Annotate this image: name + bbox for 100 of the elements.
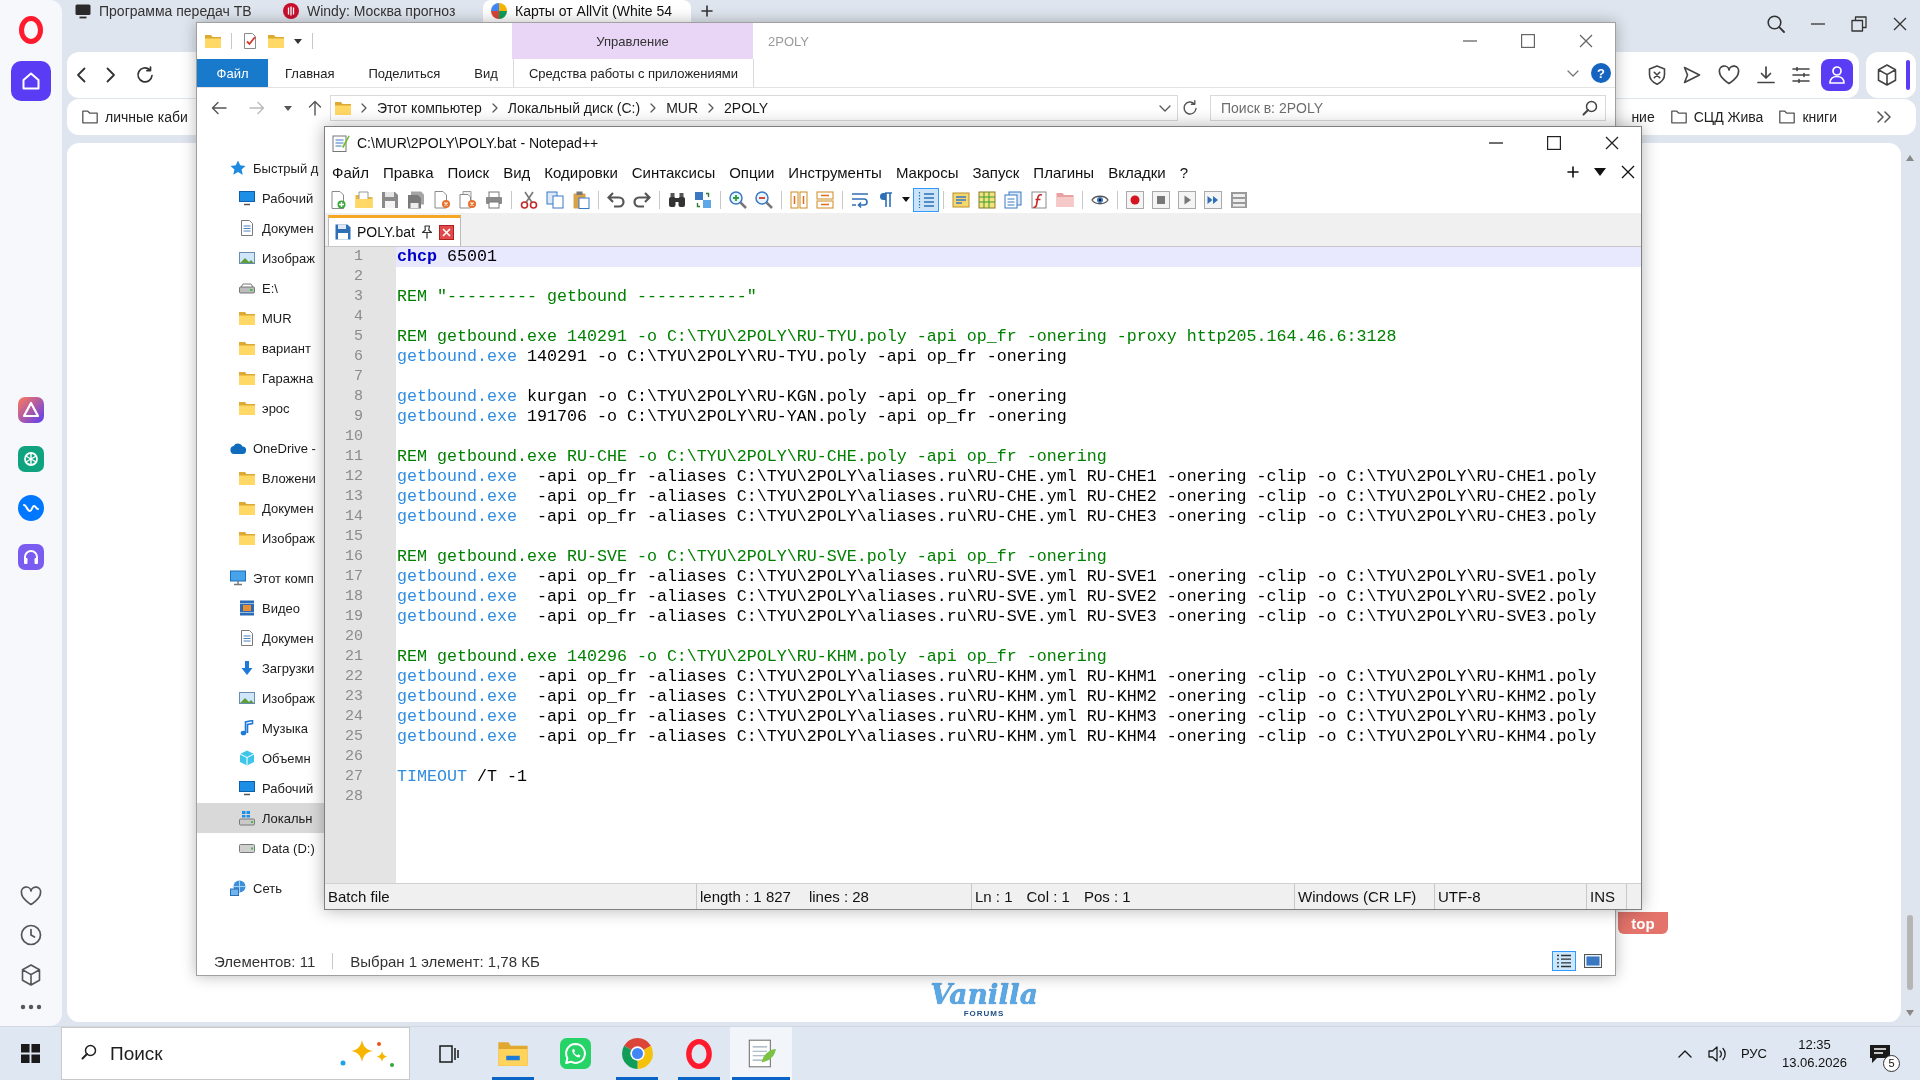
redo-icon[interactable] [633,190,651,209]
nav-item[interactable]: Видео [197,593,324,623]
ribbon-tab[interactable]: Вид [457,59,515,87]
nav-item[interactable]: OneDrive - [197,433,324,463]
nav-item[interactable]: Data (D:) [197,833,324,863]
language-indicator[interactable]: РУС [1740,1046,1767,1061]
menu-item[interactable]: Вкладки [1101,163,1173,181]
print-icon[interactable] [485,190,503,209]
close-file-icon[interactable] [433,190,451,209]
forward-icon[interactable] [106,67,116,83]
bookmark[interactable]: книги [1779,109,1837,125]
menu-item[interactable]: Макросы [888,163,966,181]
nav-item[interactable]: Быстрый д [197,153,324,183]
cube-icon[interactable] [1877,64,1897,86]
browser-tab[interactable]: Карты от AllVit (White 54 [483,0,691,22]
caret-icon[interactable] [1594,168,1606,176]
nav-item[interactable]: Рабочий [197,773,324,803]
menu-item[interactable]: Правка [375,163,441,181]
wave-app-icon[interactable] [18,495,44,521]
caret-icon[interactable] [294,38,302,44]
notification-icon[interactable] [1869,1043,1891,1064]
nav-item[interactable]: Музыка [197,713,324,743]
up-icon[interactable] [308,100,322,116]
nav-item[interactable]: Докумен [197,623,324,653]
back-icon[interactable] [76,67,86,83]
nav-item[interactable]: E:\ [197,273,324,303]
browser-tab[interactable]: Windy: Москва прогноз [275,0,483,22]
new-file-icon[interactable] [329,190,347,209]
plus-icon[interactable] [1567,166,1579,178]
chevron-down-icon[interactable] [1567,69,1579,77]
shield-icon[interactable] [1648,65,1666,85]
nav-item[interactable]: Объемн [197,743,324,773]
bookmark[interactable]: СЦД Жива [1670,109,1764,125]
stop-icon[interactable] [1152,190,1170,209]
profile-button[interactable] [1821,59,1853,91]
breadcrumb-item[interactable]: Локальный диск (C:) [507,100,641,116]
binoculars-icon[interactable] [668,190,686,209]
save-all-icon[interactable] [407,190,425,209]
nav-item[interactable]: Гаражна [197,363,324,393]
nav-item[interactable]: Вложени [197,463,324,493]
chevron-up-icon[interactable] [1677,1049,1692,1058]
properties-icon[interactable] [242,33,258,49]
ribbon-tab[interactable]: Файл [197,59,268,87]
chevron-down-icon[interactable] [1159,104,1171,112]
nav-item[interactable]: Локальн [197,803,324,833]
nav-item[interactable]: Загрузки [197,653,324,683]
pages-icon[interactable] [1004,190,1022,209]
headphones-app-icon[interactable] [18,544,44,570]
grid-map-icon[interactable] [978,190,996,209]
clock-icon[interactable] [20,924,42,946]
nav-item[interactable]: Сеть [197,873,324,903]
menu-item[interactable]: Файл [325,163,376,181]
search-field[interactable]: Поиск в: 2POLY [1210,95,1606,121]
refresh-icon[interactable] [1182,100,1198,116]
play-icon[interactable] [1178,190,1196,209]
reload-icon[interactable] [136,66,154,84]
close-icon[interactable] [1893,17,1907,31]
taskbar-button[interactable] [730,1027,792,1080]
eye-icon[interactable] [1091,193,1109,206]
nav-item[interactable]: вариант [197,333,324,363]
plus-icon[interactable] [701,5,713,17]
menu-item[interactable]: Синтаксисы [624,163,723,181]
scissors-icon[interactable] [520,190,538,209]
nav-item[interactable]: Изображ [197,243,324,273]
search-icon[interactable] [1767,15,1785,33]
maximize-icon[interactable] [1547,135,1561,150]
pin-icon[interactable] [420,225,433,239]
function-list-icon[interactable] [1030,190,1048,209]
undo-icon[interactable] [607,190,625,209]
nav-item[interactable]: Этот комп [197,563,324,593]
task-view-icon[interactable] [439,1044,459,1063]
nav-item[interactable]: Рабочий [197,183,324,213]
nav-item[interactable]: Докумен [197,493,324,523]
menu-item[interactable]: Поиск [440,163,497,181]
preview-view-button[interactable] [1581,951,1605,971]
breadcrumb-item[interactable]: 2POLY [724,100,769,116]
nav-item[interactable]: MUR [197,303,324,333]
close-icon[interactable] [438,224,454,240]
menu-item[interactable]: Запуск [965,163,1027,181]
send-icon[interactable] [1683,66,1701,84]
file-tab[interactable]: POLY.bat [328,215,461,246]
rows-icon[interactable] [816,190,834,209]
bookmark[interactable]: личные каби [82,109,188,125]
note-icon[interactable] [952,190,970,209]
breadcrumb-item[interactable]: Этот компьютер [377,100,482,116]
heart-icon[interactable] [1718,65,1740,85]
close-icon[interactable] [1605,135,1619,150]
nav-item[interactable]: Изображ [197,683,324,713]
search-field[interactable]: Поиск [61,1027,410,1080]
browser-tab[interactable]: Программа передач ТВ [67,0,275,22]
columns-icon[interactable] [790,190,808,209]
help-button[interactable]: ? [1591,63,1611,83]
copy-icon[interactable] [546,190,564,209]
double-chevron-icon[interactable] [1877,111,1891,123]
ribbon-tab[interactable]: Поделиться [351,59,458,87]
menu-item[interactable]: Инструменты [781,163,889,181]
zoom-in-icon[interactable] [729,190,747,209]
indent-guide-toggle[interactable] [913,187,939,212]
save-icon[interactable] [381,190,399,209]
menu-item[interactable]: ? [1172,163,1195,181]
